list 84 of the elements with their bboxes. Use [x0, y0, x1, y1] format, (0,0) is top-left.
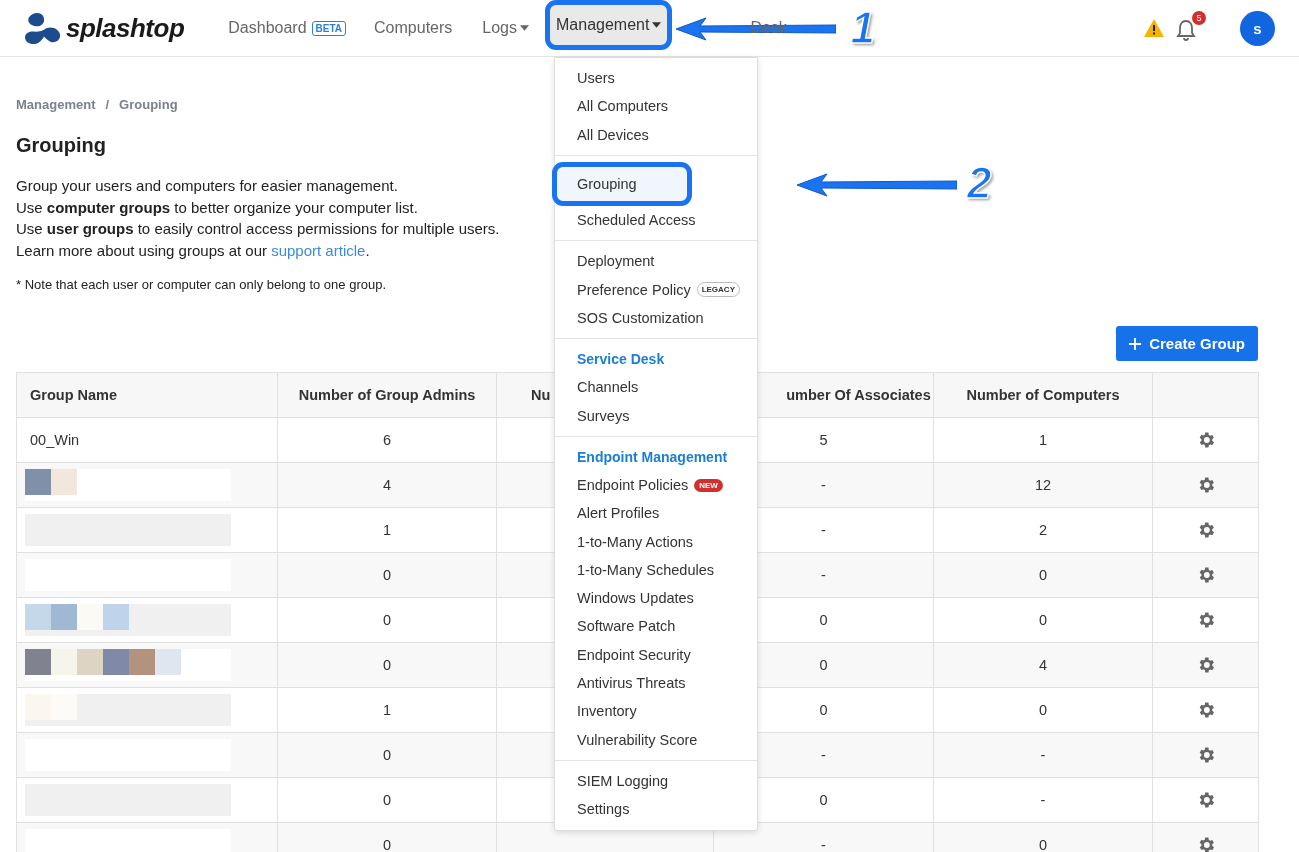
table-cell: 0	[819, 702, 828, 719]
menu-item[interactable]: Users	[555, 64, 757, 93]
nav-tab[interactable]: Dashboard BETA	[220, 0, 367, 56]
support-link[interactable]: support article	[271, 241, 366, 259]
column-header: Group Name	[30, 387, 117, 404]
page-title: Grouping	[16, 134, 106, 157]
table-cell: 4	[382, 477, 392, 494]
intro-text: Use computer groups to better organize your computer list.	[16, 197, 418, 218]
menu-item[interactable]: Surveys	[555, 401, 757, 430]
breadcrumb-link[interactable]: Grouping	[119, 97, 178, 112]
brand-name: splashtop	[66, 12, 185, 44]
column-header: Number of Group Admins	[298, 387, 476, 404]
menu-item[interactable]: All Devices	[555, 120, 757, 149]
table-cell: -	[1040, 792, 1046, 809]
menu-item[interactable]: Settings	[555, 795, 757, 824]
table-cell: 0	[1038, 612, 1048, 629]
menu-item[interactable]: Vulnerability Score	[555, 725, 757, 754]
column-header: umber Of Associates	[786, 387, 931, 404]
table-cell: 0	[382, 612, 392, 629]
splash-logo-icon	[24, 11, 62, 45]
menu-item[interactable]: Scheduled Access	[555, 206, 757, 235]
table-cell: -	[821, 522, 826, 539]
table-cell: 1	[382, 522, 392, 539]
warning-icon[interactable]	[1144, 19, 1164, 37]
table-cell: 0	[382, 837, 392, 852]
menu-item[interactable]: SIEM Logging	[555, 766, 757, 796]
menu-section-header: Endpoint Management	[576, 447, 729, 467]
menu-item[interactable]: 1-to-Many Schedules	[555, 555, 757, 585]
table-cell: 0	[382, 657, 392, 674]
menu-item[interactable]: Endpoint Policies NEW	[555, 470, 757, 500]
table-cell: 0	[382, 567, 392, 584]
breadcrumb-link[interactable]: Management	[16, 97, 96, 112]
plus-icon	[1129, 337, 1142, 350]
nav-tab[interactable]: Computers	[366, 0, 475, 56]
table-cell: 0	[819, 792, 828, 809]
menu-item[interactable]: Endpoint Security	[555, 640, 757, 670]
table-cell: -	[821, 747, 826, 764]
table-cell: 6	[382, 432, 392, 449]
menu-item[interactable]: Windows Updates	[555, 584, 757, 613]
table-cell: 1	[1038, 432, 1048, 449]
menu-item[interactable]: Grouping	[552, 161, 692, 207]
menu-item[interactable]: Preference Policy LEGACY	[555, 275, 757, 305]
table-cell: 4	[1038, 657, 1048, 674]
table-cell: 5	[819, 432, 828, 449]
table-cell: 0	[1038, 567, 1048, 584]
menu-item[interactable]: Alert Profiles	[555, 499, 757, 528]
table-cell: 0	[382, 747, 392, 764]
nav-tab[interactable]: Management	[545, 0, 673, 50]
menu-badge: NEW	[694, 478, 723, 492]
column-header: Nu	[531, 387, 551, 404]
bell-icon[interactable]	[1176, 19, 1196, 41]
table-cell: 1	[382, 702, 392, 719]
beta-badge: BETA	[311, 20, 347, 36]
menu-item[interactable]: Channels	[555, 373, 757, 402]
menu-item[interactable]: Inventory	[555, 697, 757, 726]
table-cell: 0	[382, 792, 392, 809]
table-cell: -	[821, 477, 826, 494]
table-cell: 0	[1038, 702, 1048, 719]
table-cell: -	[1040, 747, 1046, 764]
menu-item[interactable]: 1-to-Many Actions	[555, 527, 757, 556]
intro-text: Use user groups to easily control access permissions for multiple users.	[16, 219, 500, 240]
group-name: 00_Win	[29, 432, 80, 449]
menu-item[interactable]: Antivirus Threats	[555, 669, 757, 698]
menu-item[interactable]: Deployment	[555, 247, 757, 276]
user-avatar[interactable]: s	[1240, 10, 1275, 46]
table-cell: 0	[819, 612, 828, 629]
note-text: * Note that each user or computer can only belong to one group.	[16, 277, 386, 293]
menu-section-header: Service Desk	[576, 350, 666, 370]
table-cell: -	[821, 837, 826, 852]
create-group-button[interactable]: Create Group	[1116, 326, 1258, 362]
menu-item[interactable]: SOS Customization	[555, 304, 757, 333]
table-cell: 0	[1038, 837, 1048, 852]
nav-tab[interactable]: Logs	[474, 0, 537, 56]
table-cell: 12	[1034, 477, 1052, 494]
notification-count: 5	[1192, 11, 1206, 25]
menu-item[interactable]: Software Patch	[555, 612, 757, 641]
intro-text: Group your users and computers for easier management.	[16, 176, 398, 196]
intro-text: Learn more about using groups at our support article.	[16, 240, 370, 261]
table-cell: 2	[1038, 522, 1048, 539]
menu-item[interactable]: All Computers	[555, 92, 757, 121]
breadcrumb-separator: /	[105, 97, 110, 112]
table-cell: 0	[819, 657, 828, 674]
column-header: Number of Computers	[966, 387, 1120, 404]
table-cell: -	[821, 567, 826, 584]
